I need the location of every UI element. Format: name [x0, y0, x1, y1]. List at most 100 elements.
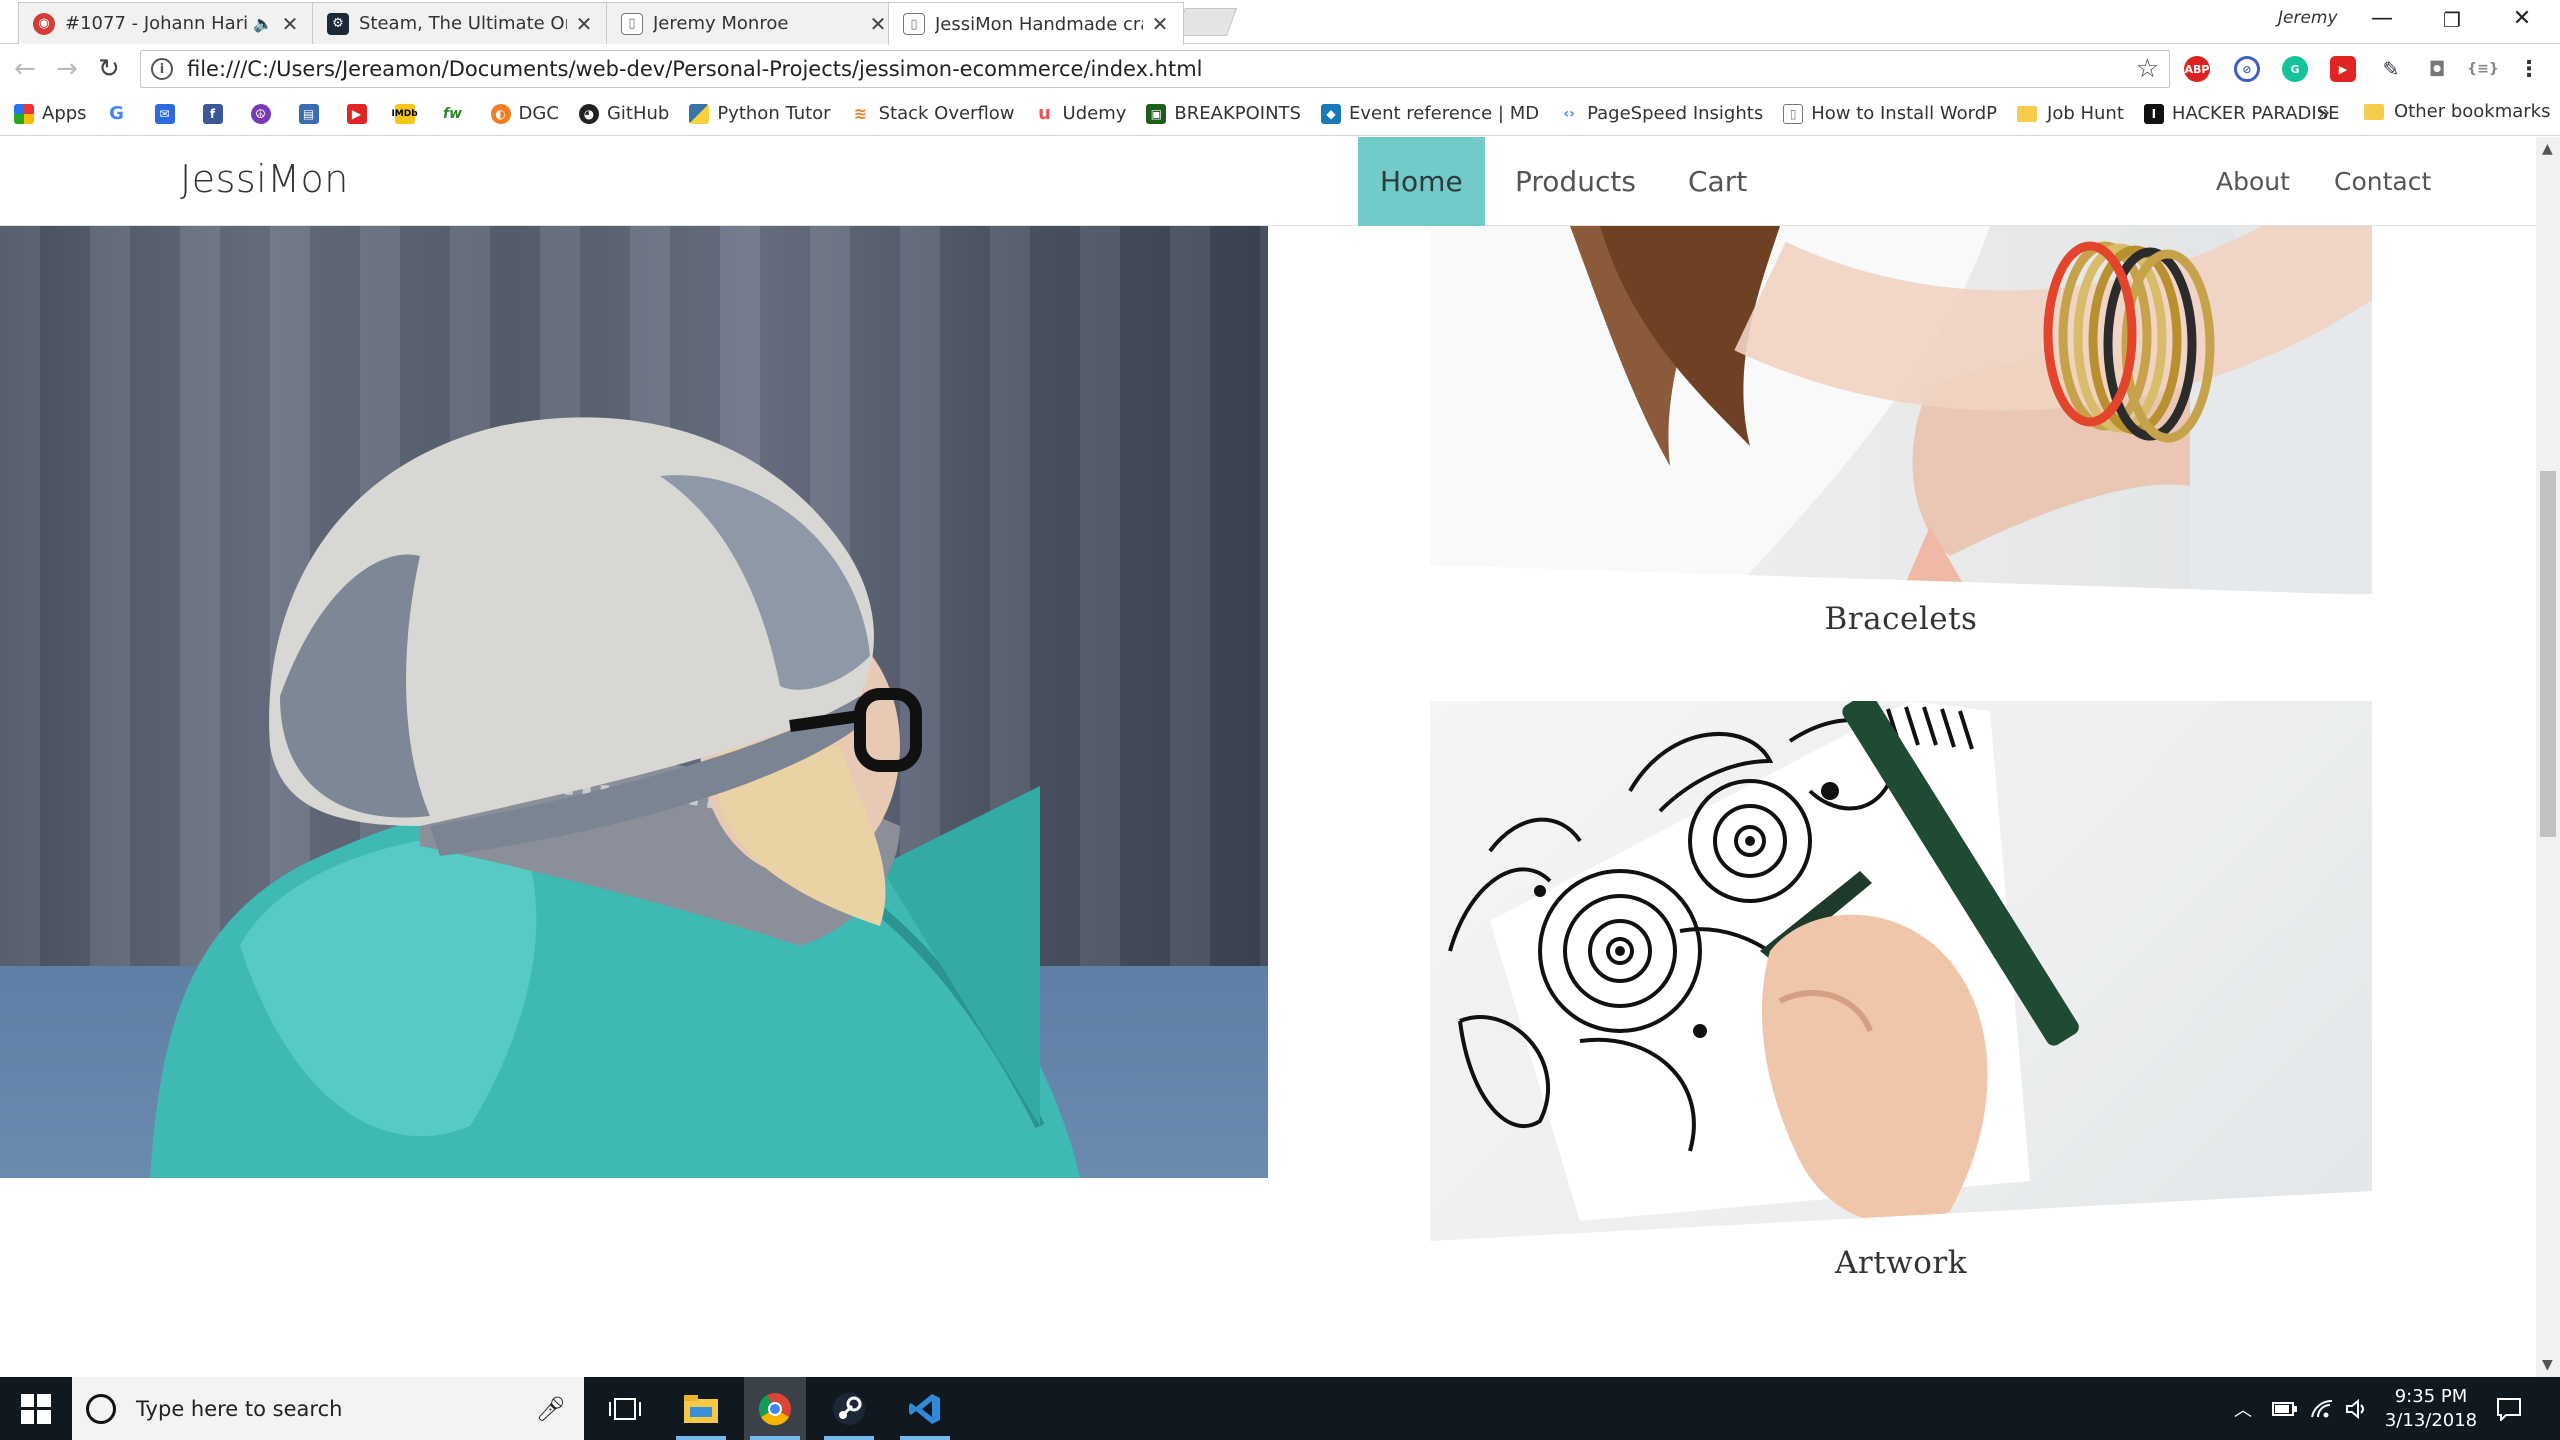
- taskbar-file-explorer[interactable]: [670, 1377, 732, 1440]
- adblock-extension-icon[interactable]: ABP: [2184, 56, 2210, 82]
- other-bookmarks[interactable]: Other bookmarks: [2364, 101, 2550, 122]
- close-tab-icon[interactable]: ✕: [281, 12, 299, 36]
- bookmark-job-hunt[interactable]: Job Hunt: [2017, 103, 2124, 124]
- minimize-icon[interactable]: —: [2362, 6, 2402, 31]
- bookmark-facebook[interactable]: f: [202, 103, 231, 124]
- blocker-extension-icon[interactable]: ⊘: [2234, 56, 2260, 82]
- restore-icon[interactable]: ❐: [2432, 8, 2472, 32]
- clock-date: 3/13/2018: [2384, 1410, 2478, 1431]
- bookmark-fw[interactable]: fw: [442, 103, 471, 124]
- youtube-icon: ▶: [346, 103, 367, 124]
- close-tab-icon[interactable]: ✕: [575, 12, 593, 36]
- bookmark-label: BREAKPOINTS: [1174, 103, 1301, 124]
- product-label-artwork[interactable]: Artwork: [1430, 1245, 2372, 1281]
- youtube-extension-icon[interactable]: ▶: [2330, 56, 2356, 82]
- scrollbar-thumb[interactable]: [2540, 471, 2556, 837]
- close-tab-icon[interactable]: ✕: [869, 12, 887, 36]
- bookmark-apps[interactable]: Apps: [14, 103, 87, 124]
- close-window-icon[interactable]: ✕: [2502, 6, 2542, 31]
- bookmark-python-tutor[interactable]: Python Tutor: [689, 103, 831, 124]
- start-button[interactable]: [0, 1377, 72, 1440]
- nav-products[interactable]: Products: [1493, 137, 1658, 226]
- page-favicon-icon: ▯: [621, 12, 643, 35]
- taskbar-vscode[interactable]: [894, 1377, 956, 1440]
- taskbar-steam[interactable]: [818, 1377, 880, 1440]
- task-view-button[interactable]: [594, 1377, 656, 1440]
- eyedropper-extension-icon[interactable]: ✎: [2378, 56, 2404, 82]
- audio-playing-icon[interactable]: 🔈: [253, 14, 273, 33]
- back-arrow-icon[interactable]: ←: [14, 54, 36, 84]
- show-hidden-icons-button[interactable]: ︿: [2234, 1377, 2252, 1440]
- bookmark-event-reference[interactable]: ◆ Event reference | MD: [1320, 103, 1540, 124]
- browser-tab-4-active[interactable]: ▯ JessiMon Handmade cra ✕: [888, 2, 1184, 45]
- nav-home[interactable]: Home: [1358, 137, 1485, 226]
- site-brand[interactable]: JessiMon: [180, 157, 349, 201]
- bookmark-stack-overflow[interactable]: ≋ Stack Overflow: [850, 103, 1015, 124]
- close-tab-icon[interactable]: ✕: [1151, 12, 1169, 36]
- bookmark-breakpoints[interactable]: ▣ BREAKPOINTS: [1146, 103, 1301, 124]
- tab-title: Jeremy Monroe: [653, 13, 789, 34]
- apps-grid-icon: [14, 103, 34, 124]
- bookmarks-overflow-button[interactable]: »: [2318, 100, 2330, 124]
- taskbar-chrome[interactable]: [744, 1377, 806, 1440]
- action-center-button[interactable]: [2496, 1377, 2522, 1440]
- web-page: JessiMon Home Products Cart About Contac…: [0, 137, 2536, 1377]
- nav-about[interactable]: About: [2194, 137, 2312, 226]
- new-tab-button[interactable]: [1174, 8, 1238, 36]
- peace-icon: ☮: [250, 103, 271, 124]
- bookmark-youtube[interactable]: ▶: [346, 103, 375, 124]
- tray-power-icon[interactable]: [2272, 1377, 2298, 1440]
- json-extension-icon[interactable]: {≡}: [2467, 56, 2499, 82]
- tray-volume-icon[interactable]: [2346, 1377, 2370, 1440]
- bookmark-dgc[interactable]: ◐ DGC: [490, 103, 559, 124]
- news-icon: ▤: [298, 103, 319, 124]
- product-label-bracelets[interactable]: Bracelets: [1430, 601, 2372, 637]
- steam-favicon-icon: ⚙: [327, 12, 349, 35]
- power-icon: [2272, 1401, 2297, 1416]
- bookmark-udemy[interactable]: u Udemy: [1034, 103, 1127, 124]
- page-scrollbar[interactable]: ▲ ▼: [2536, 137, 2560, 1377]
- grammarly-extension-icon[interactable]: G: [2282, 56, 2308, 82]
- pagespeed-icon: ‹›: [1559, 103, 1580, 124]
- bookmark-peace[interactable]: ☮: [250, 103, 279, 124]
- browser-tab-3[interactable]: ▯ Jeremy Monroe ✕: [606, 2, 902, 44]
- bookmark-star-icon[interactable]: ☆: [2136, 54, 2159, 84]
- url-text[interactable]: file:///C:/Users/Jereamon/Documents/web-…: [187, 57, 2136, 81]
- nav-contact[interactable]: Contact: [2312, 137, 2453, 226]
- reload-icon[interactable]: ↻: [98, 54, 120, 84]
- profile-name[interactable]: Jeremy: [2278, 8, 2338, 28]
- screenshot-extension-icon[interactable]: ◘: [2424, 56, 2450, 82]
- browser-tab-1[interactable]: ◉ #1077 - Johann Hari - 🔈 ✕: [18, 2, 314, 44]
- nav-cart[interactable]: Cart: [1666, 137, 1769, 226]
- udemy-icon: u: [1034, 103, 1055, 124]
- bookmark-label: How to Install WordP: [1811, 103, 1998, 124]
- scroll-down-icon[interactable]: ▼: [2542, 1357, 2553, 1373]
- bookmark-label: Udemy: [1062, 103, 1127, 124]
- taskbar-search-box[interactable]: Type here to search 🎤︎: [72, 1377, 584, 1440]
- wifi-icon: [2311, 1399, 2333, 1417]
- forward-arrow-icon[interactable]: →: [56, 54, 78, 84]
- bookmark-github[interactable]: ◕ GitHub: [578, 103, 669, 124]
- scroll-up-icon[interactable]: ▲: [2542, 141, 2553, 157]
- microphone-icon[interactable]: 🎤︎: [536, 1395, 566, 1423]
- chrome-menu-icon[interactable]: ⋮: [2516, 56, 2542, 82]
- bookmark-pagespeed[interactable]: ‹› PageSpeed Insights: [1559, 103, 1763, 124]
- bookmark-imdb[interactable]: IMDb: [391, 103, 423, 124]
- taskbar-clock[interactable]: 9:35 PM 3/13/2018: [2376, 1385, 2486, 1433]
- file-explorer-icon: [684, 1394, 718, 1423]
- bookmark-install-wordpress[interactable]: ▯ How to Install WordP: [1783, 103, 1997, 124]
- bookmark-hacker-paradise[interactable]: I HACKER PARADISE: [2143, 103, 2340, 124]
- person-illustration: [150, 417, 1080, 1178]
- info-icon[interactable]: i: [151, 58, 173, 80]
- tray-wifi-icon[interactable]: [2310, 1377, 2334, 1440]
- bookmark-mail[interactable]: ✉: [154, 103, 183, 124]
- vscode-icon: [909, 1393, 940, 1424]
- bookmark-label: Apps: [42, 103, 87, 124]
- browser-tab-2[interactable]: ⚙ Steam, The Ultimate Onli ✕: [312, 2, 608, 44]
- address-bar[interactable]: i file:///C:/Users/Jereamon/Documents/we…: [140, 50, 2170, 88]
- bookmark-google[interactable]: G: [106, 103, 135, 124]
- bookmark-news[interactable]: ▤: [298, 103, 327, 124]
- other-bookmarks-label: Other bookmarks: [2394, 101, 2551, 122]
- bookmark-label: Event reference | MD: [1348, 103, 1540, 124]
- volume-icon: [2346, 1398, 2364, 1419]
